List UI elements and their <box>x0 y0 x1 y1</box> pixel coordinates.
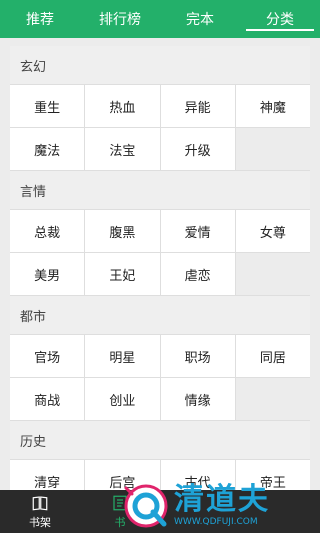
category-item[interactable]: 总裁 <box>10 210 85 252</box>
category-item[interactable]: 商战 <box>10 378 85 420</box>
category-item[interactable]: 王妃 <box>85 253 160 295</box>
watermark-logo-icon <box>124 484 168 528</box>
empty-cell <box>235 128 310 170</box>
section-title-lishi: 历史 <box>10 421 310 459</box>
bottom-nav-bookshelf[interactable]: 书架 <box>0 490 80 533</box>
category-item[interactable]: 同居 <box>235 335 310 377</box>
watermark-url: WWW.QDFUJI.COM <box>174 517 258 527</box>
tab-label: 排行榜 <box>99 12 141 28</box>
category-grid-yanqing: 总裁 腹黑 爱情 女尊 美男 王妃 虐恋 <box>10 209 310 296</box>
tab-completed[interactable]: 完本 <box>160 0 240 38</box>
section-title-xuanhuan: 玄幻 <box>10 46 310 84</box>
category-item[interactable]: 美男 <box>10 253 85 295</box>
category-item[interactable]: 异能 <box>160 85 235 127</box>
watermark-text: 清道夫 WWW.QDFUJI.COM <box>174 484 270 528</box>
category-item[interactable]: 腹黑 <box>85 210 160 252</box>
tab-recommend[interactable]: 推荐 <box>0 0 80 38</box>
bottom-nav-label: 书架 <box>29 515 51 529</box>
category-item[interactable]: 法宝 <box>85 128 160 170</box>
category-item[interactable]: 爱情 <box>160 210 235 252</box>
category-item[interactable]: 热血 <box>85 85 160 127</box>
empty-cell <box>235 253 310 295</box>
category-item[interactable]: 虐恋 <box>160 253 235 295</box>
category-item[interactable]: 清穿 <box>10 460 85 490</box>
book-icon <box>32 495 48 510</box>
category-grid-dushi: 官场 明星 职场 同居 商战 创业 情缘 <box>10 334 310 421</box>
section-title-yanqing: 言情 <box>10 171 310 209</box>
watermark-brand: 清道夫 <box>174 482 270 517</box>
tab-ranking[interactable]: 排行榜 <box>80 0 160 38</box>
category-item[interactable]: 职场 <box>160 335 235 377</box>
section-title-dushi: 都市 <box>10 296 310 334</box>
category-grid-xuanhuan: 重生 热血 异能 神魔 魔法 法宝 升级 <box>10 84 310 171</box>
category-item[interactable]: 魔法 <box>10 128 85 170</box>
category-item[interactable]: 官场 <box>10 335 85 377</box>
empty-cell <box>235 378 310 420</box>
category-item[interactable]: 明星 <box>85 335 160 377</box>
tab-categories[interactable]: 分类 <box>240 0 320 38</box>
category-item[interactable]: 创业 <box>85 378 160 420</box>
category-item[interactable]: 升级 <box>160 128 235 170</box>
category-item[interactable]: 重生 <box>10 85 85 127</box>
tab-label: 分类 <box>266 12 294 28</box>
category-list[interactable]: 玄幻 重生 热血 异能 神魔 魔法 法宝 升级 言情 总裁 腹黑 爱情 女尊 美… <box>10 46 310 490</box>
category-item[interactable]: 神魔 <box>235 85 310 127</box>
watermark: 清道夫 WWW.QDFUJI.COM <box>122 481 312 531</box>
top-tab-bar: 推荐 排行榜 完本 分类 <box>0 0 320 38</box>
tab-label: 推荐 <box>26 12 54 28</box>
category-item[interactable]: 女尊 <box>235 210 310 252</box>
tab-label: 完本 <box>186 12 214 28</box>
category-item[interactable]: 情缘 <box>160 378 235 420</box>
